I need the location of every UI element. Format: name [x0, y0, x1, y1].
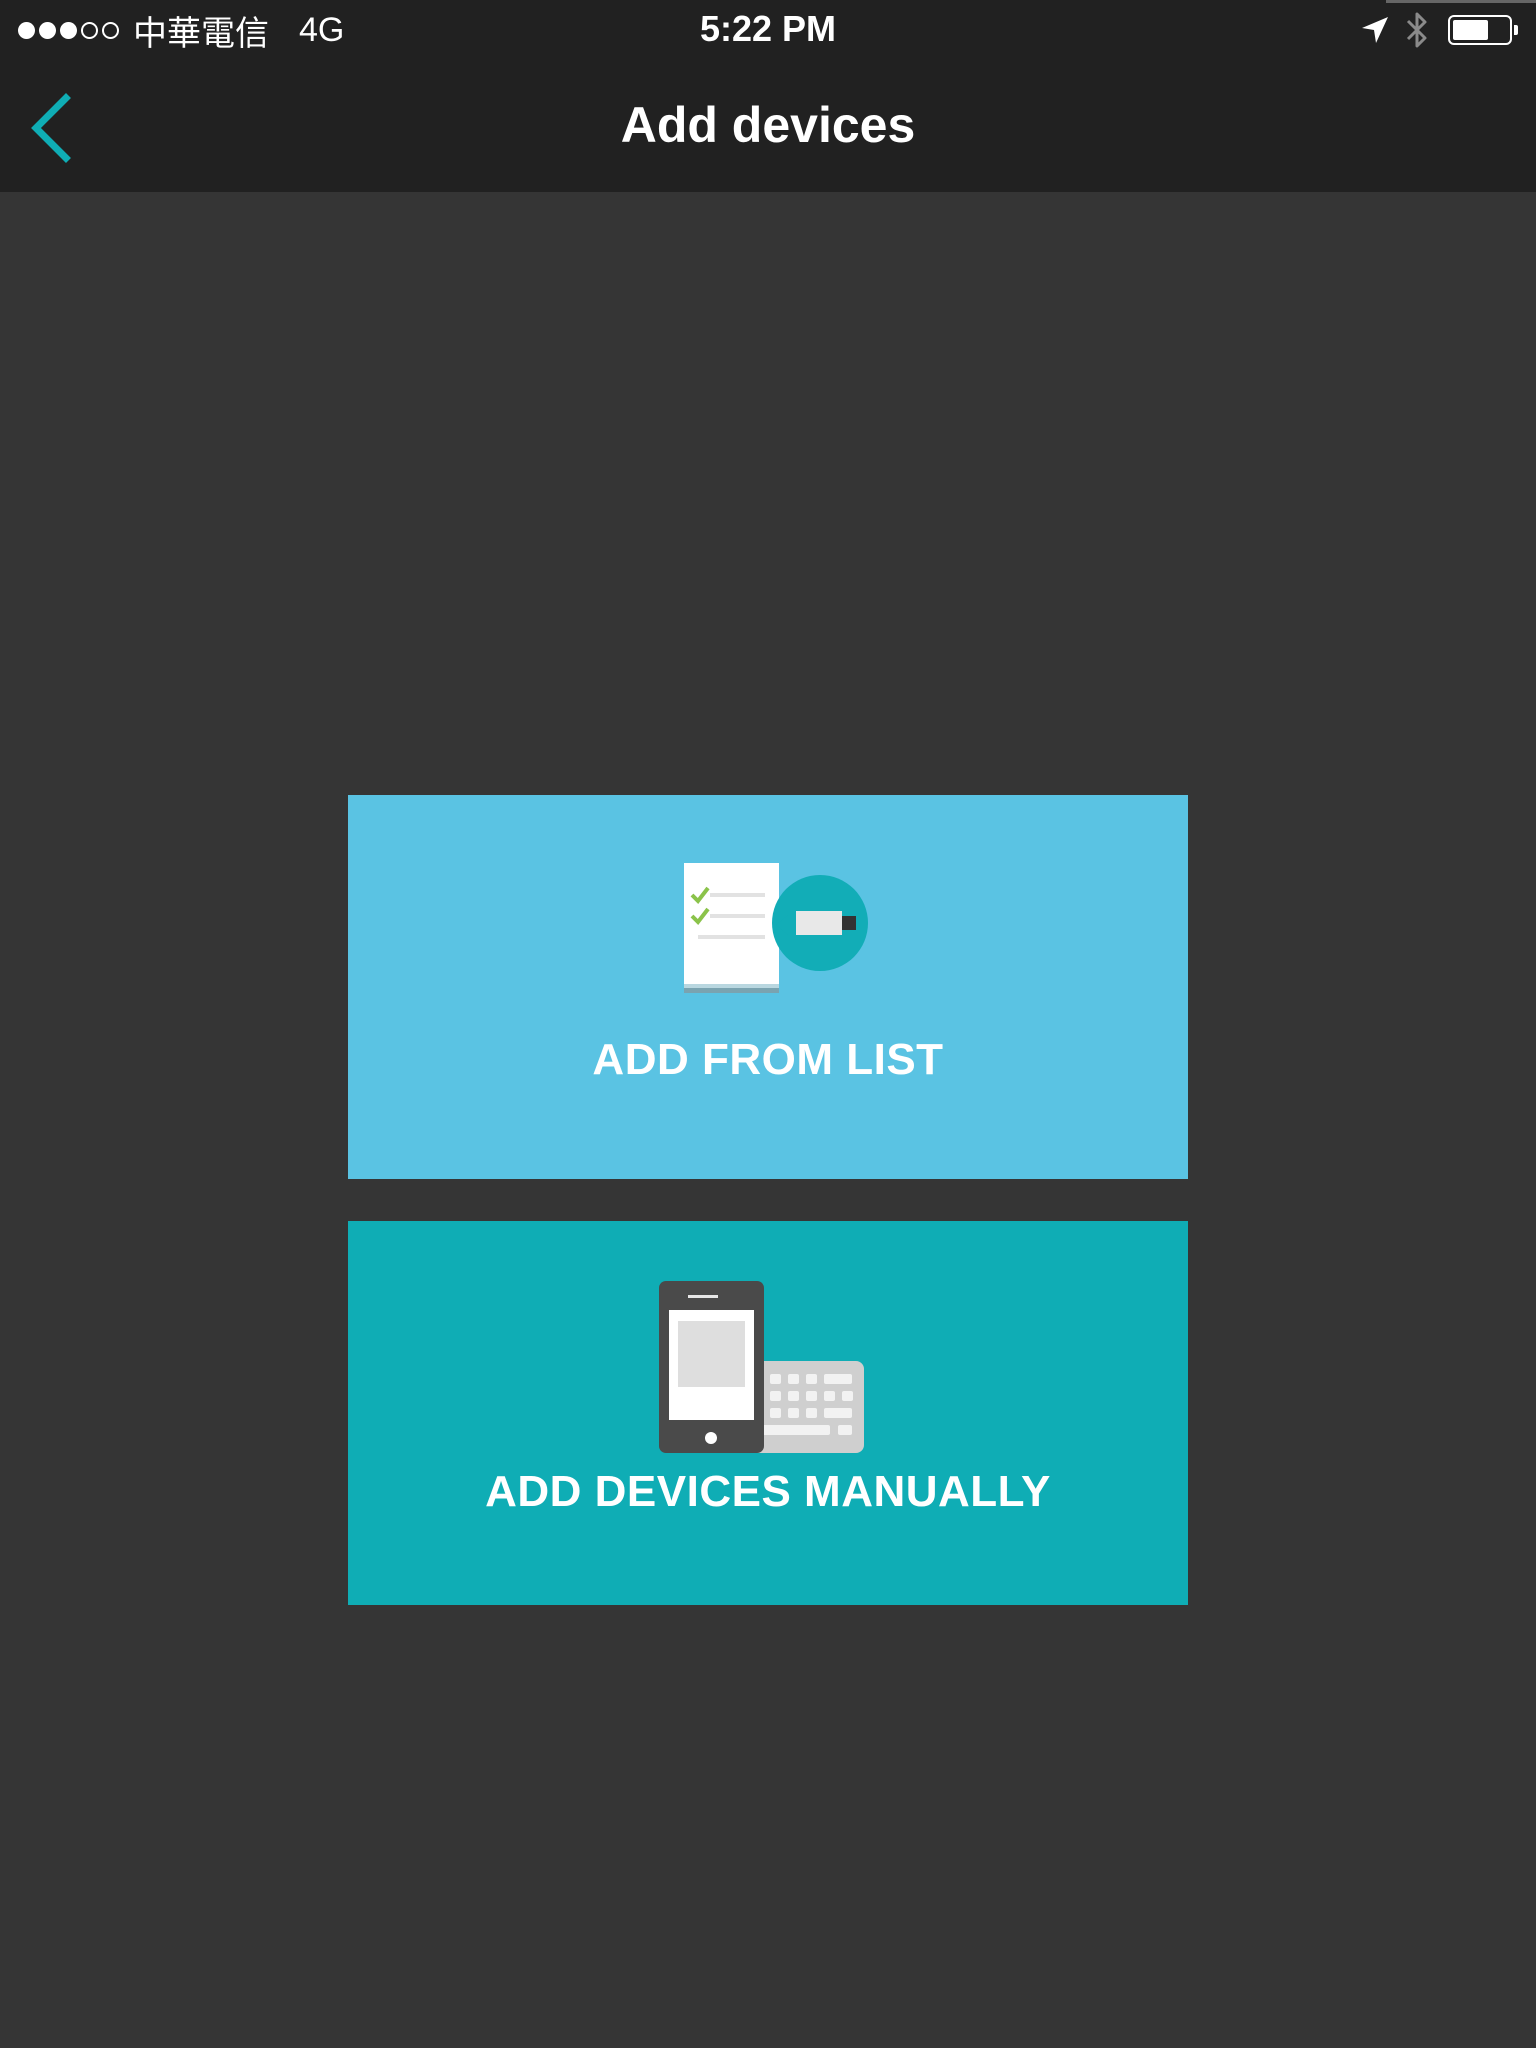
add-from-list-button[interactable]: ADD FROM LIST: [348, 795, 1188, 1179]
checklist-device-icon: [684, 863, 868, 993]
status-icons: [1360, 10, 1518, 50]
add-from-list-label: ADD FROM LIST: [592, 1035, 944, 1084]
bluetooth-icon: [1406, 12, 1427, 48]
battery-tip: [1514, 25, 1518, 35]
battery-icon: [1448, 15, 1518, 45]
location-arrow-icon: [1362, 17, 1388, 43]
status-bar: 中華電信 4G 5:22 PM: [0, 0, 1536, 60]
navigation-header: 中華電信 4G 5:22 PM Add devices: [0, 0, 1536, 192]
page-title: Add devices: [620, 97, 916, 153]
battery-body: [1448, 15, 1512, 45]
status-time: 5:22 PM: [699, 8, 837, 49]
add-devices-manually-button[interactable]: ADD DEVICES MANUALLY: [348, 1221, 1188, 1605]
add-devices-manually-label: ADD DEVICES MANUALLY: [485, 1467, 1051, 1516]
battery-level: [1453, 20, 1489, 40]
phone-keyboard-icon: [659, 1281, 864, 1453]
